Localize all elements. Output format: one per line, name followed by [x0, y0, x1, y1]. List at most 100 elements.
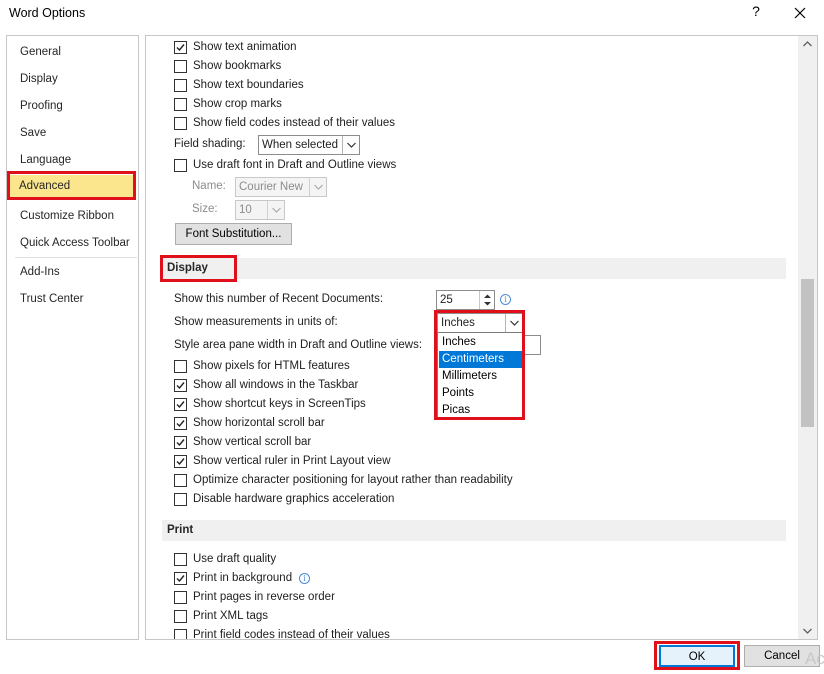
- draft-font-size-dropdown[interactable]: 10: [235, 200, 285, 220]
- field-shading-label: Field shading:: [174, 138, 246, 150]
- checkbox[interactable]: [174, 553, 187, 566]
- sidebar-item-display[interactable]: Display: [8, 68, 137, 90]
- option-label: Show vertical scroll bar: [193, 436, 312, 448]
- sidebar-item-customize-ribbon[interactable]: Customize Ribbon: [8, 205, 137, 227]
- option-label: Show bookmarks: [193, 60, 282, 72]
- chevron-down-icon: [267, 201, 284, 219]
- option-label: Show horizontal scroll bar: [193, 417, 325, 429]
- info-icon: i: [299, 573, 310, 584]
- checkmark-icon: [176, 458, 185, 466]
- option-label: Print field codes instead of their value…: [193, 629, 390, 640]
- advanced-options-pane: Show text animation Show bookmarks Show …: [145, 35, 818, 640]
- sidebar-item-trust-center[interactable]: Trust Center: [8, 288, 137, 310]
- checkmark-icon: [176, 382, 185, 390]
- close-icon: [794, 7, 806, 19]
- sidebar-item-quick-access-toolbar[interactable]: Quick Access Toolbar: [8, 232, 137, 254]
- chevron-down-icon: [342, 136, 359, 154]
- checkmark-icon: [176, 439, 185, 447]
- checkbox[interactable]: [174, 379, 187, 392]
- option-label: Optimize character positioning for layou…: [193, 474, 513, 486]
- checkmark-icon: [176, 575, 185, 583]
- font-substitution-button[interactable]: Font Substitution...: [175, 223, 292, 245]
- measurement-units-list: Inches Centimeters Millimeters Points Pi…: [437, 332, 523, 419]
- option-label: Show pixels for HTML features: [193, 360, 350, 372]
- field-shading-dropdown[interactable]: When selected: [258, 135, 360, 155]
- dropdown-option-picas[interactable]: Picas: [439, 402, 522, 419]
- sidebar-divider: [15, 257, 137, 258]
- checkbox[interactable]: [174, 493, 187, 506]
- recent-documents-label: Show this number of Recent Documents:: [174, 293, 384, 305]
- checkmark-icon: [176, 420, 185, 428]
- dropdown-option-centimeters[interactable]: Centimeters: [439, 351, 522, 368]
- option-label: Disable hardware graphics acceleration: [193, 493, 395, 505]
- option-label: Use draft font in Draft and Outline view…: [193, 159, 397, 171]
- sidebar-item-language[interactable]: Language: [8, 149, 137, 171]
- title-bar: Word Options ?: [0, 0, 824, 28]
- option-label: Print pages in reverse order: [193, 591, 335, 603]
- checkbox[interactable]: [174, 117, 187, 130]
- option-label: Show field codes instead of their values: [193, 117, 396, 129]
- ok-button[interactable]: OK: [659, 645, 735, 667]
- option-label: Show text animation: [193, 41, 297, 53]
- sidebar-item-proofing[interactable]: Proofing: [8, 95, 137, 117]
- display-section-header: Display: [162, 258, 786, 279]
- checkbox[interactable]: [174, 98, 187, 111]
- draft-font-size-label: Size:: [192, 203, 218, 215]
- option-label: Show vertical ruler in Print Layout view: [193, 455, 391, 467]
- checkbox[interactable]: [174, 417, 187, 430]
- vertical-scrollbar[interactable]: [798, 36, 817, 639]
- sidebar-item-advanced[interactable]: Advanced: [9, 175, 136, 197]
- sidebar-item-general[interactable]: General: [8, 41, 137, 63]
- checkbox[interactable]: [174, 60, 187, 73]
- checkbox[interactable]: [174, 610, 187, 623]
- checkbox[interactable]: [174, 436, 187, 449]
- field-shading-value: When selected: [262, 139, 339, 151]
- activation-watermark: Ac: [805, 649, 824, 668]
- option-label: Use draft quality: [193, 553, 277, 565]
- option-label: Show all windows in the Taskbar: [193, 379, 359, 391]
- help-button[interactable]: ?: [749, 3, 763, 19]
- checkbox[interactable]: [174, 79, 187, 92]
- chevron-down-icon: [505, 314, 522, 332]
- checkbox[interactable]: [174, 591, 187, 604]
- checkbox[interactable]: [174, 360, 187, 373]
- measurement-units-label: Show measurements in units of:: [174, 316, 338, 328]
- measurement-units-value: Inches: [441, 317, 475, 329]
- chevron-down-icon: [309, 178, 326, 196]
- checkbox[interactable]: [174, 629, 187, 639]
- dropdown-option-points[interactable]: Points: [439, 385, 522, 402]
- sidebar-item-save[interactable]: Save: [8, 122, 137, 144]
- scroll-down-arrow-icon[interactable]: [798, 622, 817, 639]
- close-button[interactable]: [790, 3, 810, 23]
- checkbox[interactable]: [174, 572, 187, 585]
- option-label: Show crop marks: [193, 98, 282, 110]
- checkbox[interactable]: [174, 455, 187, 468]
- sidebar-item-add-ins[interactable]: Add-Ins: [8, 261, 137, 283]
- checkbox[interactable]: [174, 159, 187, 172]
- dropdown-option-millimeters[interactable]: Millimeters: [439, 368, 522, 385]
- draft-font-name-value: Courier New: [239, 181, 303, 193]
- recent-documents-value: 25: [440, 294, 453, 306]
- style-area-width-label: Style area pane width in Draft and Outli…: [174, 339, 423, 351]
- option-label: Show text boundaries: [193, 79, 304, 91]
- checkmark-icon: [176, 401, 185, 409]
- scrollbar-thumb[interactable]: [801, 279, 814, 427]
- window-title: Word Options: [9, 6, 86, 20]
- checkbox[interactable]: [174, 41, 187, 54]
- print-section-header: Print: [162, 520, 786, 541]
- info-icon: i: [500, 294, 511, 305]
- draft-font-size-value: 10: [239, 204, 252, 216]
- scroll-up-arrow-icon[interactable]: [798, 36, 817, 53]
- measurement-units-dropdown[interactable]: Inches: [437, 313, 523, 333]
- option-label: Show shortcut keys in ScreenTips: [193, 398, 366, 410]
- checkbox[interactable]: [174, 398, 187, 411]
- recent-documents-spinner[interactable]: 25: [436, 290, 495, 310]
- checkmark-icon: [176, 44, 185, 52]
- category-sidebar: General Display Proofing Save Language A…: [6, 35, 139, 640]
- dropdown-option-inches[interactable]: Inches: [439, 334, 522, 351]
- option-label: Print XML tags: [193, 610, 268, 622]
- checkbox[interactable]: [174, 474, 187, 487]
- spinner-arrows-icon[interactable]: [479, 291, 494, 309]
- draft-font-name-label: Name:: [192, 180, 226, 192]
- draft-font-name-dropdown[interactable]: Courier New: [235, 177, 327, 197]
